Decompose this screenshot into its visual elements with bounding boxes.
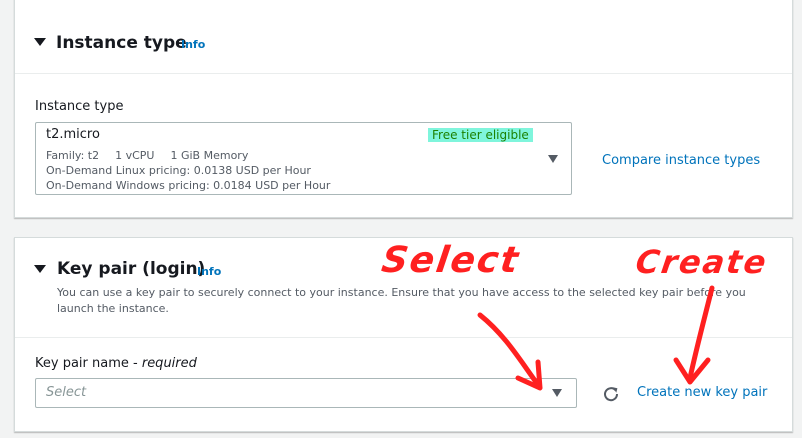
key-pair-title: Key pair (login) xyxy=(57,259,206,279)
instance-type-title: Instance type xyxy=(56,33,187,53)
dropdown-arrow-icon[interactable] xyxy=(552,389,562,397)
create-new-key-pair-link[interactable]: Create new key pair xyxy=(637,385,767,400)
instance-type-info-link[interactable]: Info xyxy=(181,38,205,51)
windows-pricing: On-Demand Windows pricing: 0.0184 USD pe… xyxy=(46,179,331,192)
instance-type-specs: Family: t2 1 vCPU 1 GiB Memory xyxy=(46,149,264,162)
required-marker: required xyxy=(141,356,197,371)
dropdown-arrow-icon[interactable] xyxy=(548,155,558,163)
select-annotation: Select xyxy=(379,240,523,281)
key-pair-info-link[interactable]: Info xyxy=(197,265,221,278)
refresh-icon[interactable] xyxy=(600,383,622,405)
collapse-caret-icon[interactable] xyxy=(34,38,46,46)
key-pair-select[interactable]: Select xyxy=(35,378,577,408)
linux-pricing: On-Demand Linux pricing: 0.0138 USD per … xyxy=(46,164,311,177)
free-tier-badge: Free tier eligible xyxy=(428,128,533,142)
instance-type-name: t2.micro xyxy=(46,127,100,142)
key-pair-name-label: Key pair name - required xyxy=(35,356,197,371)
compare-instance-types-link[interactable]: Compare instance types xyxy=(602,153,760,168)
key-pair-description: You can use a key pair to securely conne… xyxy=(57,286,746,315)
create-annotation: Create xyxy=(633,243,771,281)
instance-family: Family: t2 xyxy=(46,149,100,162)
instance-vcpu: 1 vCPU xyxy=(115,149,155,162)
instance-memory: 1 GiB Memory xyxy=(170,149,249,162)
instance-type-select[interactable]: t2.micro Free tier eligible Family: t2 1 … xyxy=(35,122,572,195)
instance-type-label: Instance type xyxy=(35,99,124,114)
collapse-caret-icon[interactable] xyxy=(34,265,46,273)
key-pair-select-placeholder: Select xyxy=(46,385,87,400)
key-pair-label-text: Key pair name - xyxy=(35,356,142,371)
